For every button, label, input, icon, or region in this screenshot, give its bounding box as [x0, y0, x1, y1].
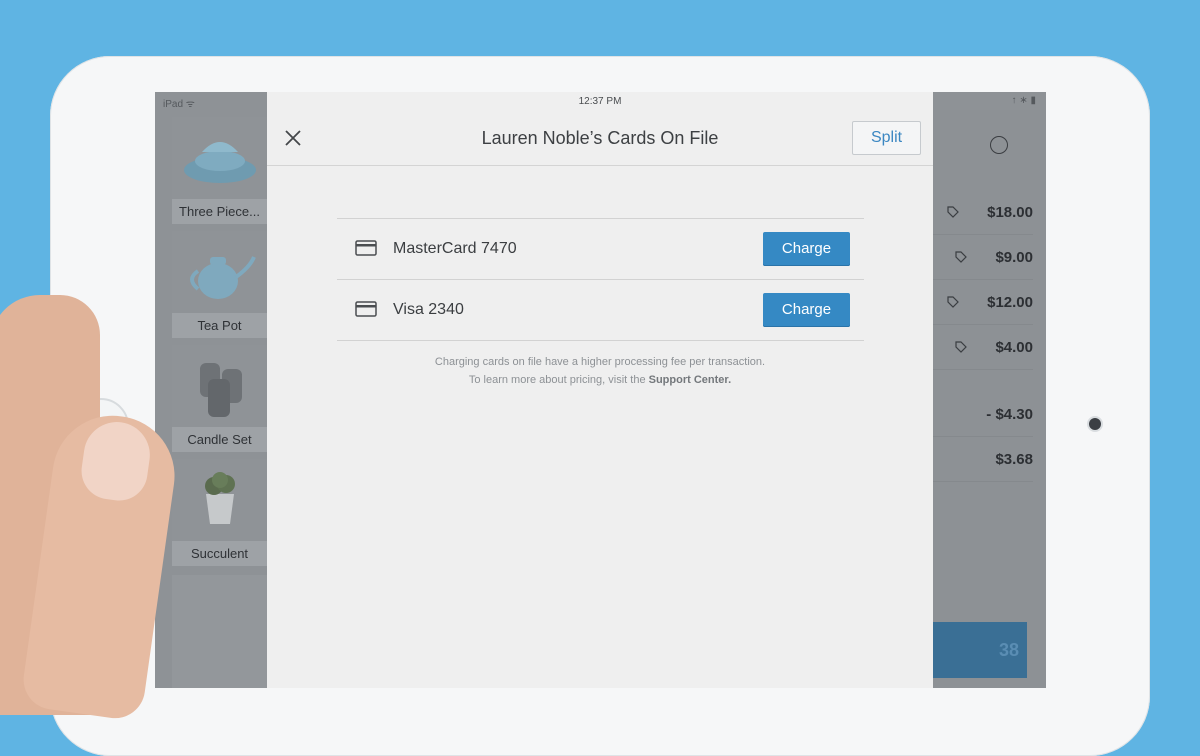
cart-panel: $18.00 $9.00 $12.00 $4.00 - $4.30 $3.68: [933, 110, 1046, 688]
teapot-icon: [172, 231, 267, 313]
cart-amount: $18.00: [987, 204, 1033, 221]
ipad-screen: iPad ᯤ ↑ ∗ ▮ Three Piece... Tea Pot Cand…: [155, 92, 1046, 688]
credit-card-icon: [355, 240, 377, 256]
item-tile[interactable]: Succulent: [172, 459, 267, 566]
cart-charge-button[interactable]: 38: [933, 622, 1027, 678]
item-tile[interactable]: Tea Pot: [172, 231, 267, 338]
modal-header: Lauren Noble’s Cards On File Split: [267, 110, 933, 166]
cart-amount: $9.00: [995, 249, 1033, 266]
candles-icon: [172, 345, 267, 427]
cards-on-file-modal: 12:37 PM Lauren Noble’s Cards On File Sp…: [267, 92, 933, 688]
tag-icon: [955, 251, 967, 263]
tag-icon: [955, 341, 967, 353]
camera-icon: [1089, 418, 1101, 430]
cart-row: $9.00: [933, 235, 1033, 280]
cart-row: $18.00: [933, 190, 1033, 235]
item-label: Three Piece...: [172, 199, 267, 224]
charge-button[interactable]: Charge: [763, 293, 850, 327]
status-time: 12:37 PM: [578, 96, 622, 107]
cart-amount: $4.00: [995, 339, 1033, 356]
item-tile[interactable]: Three Piece...: [172, 117, 267, 224]
modal-title: Lauren Noble’s Cards On File: [481, 128, 719, 148]
item-tile[interactable]: Candle Set: [172, 345, 267, 452]
tax-row: $3.68: [933, 437, 1033, 482]
cart-row: $12.00: [933, 280, 1033, 325]
card-row: Visa 2340 Charge: [337, 280, 864, 341]
empty-tile: [172, 575, 267, 688]
status-indicators: ↑ ∗ ▮: [1011, 95, 1036, 106]
cart-row: $4.00: [933, 325, 1033, 370]
plant-icon: [172, 459, 267, 541]
card-name: MasterCard 7470: [393, 240, 517, 257]
support-center-link[interactable]: Support Center.: [649, 374, 732, 386]
charge-button[interactable]: Charge: [763, 232, 850, 266]
tax-amount: $3.68: [995, 451, 1033, 468]
cart-amount: $12.00: [987, 294, 1033, 311]
chevron-down-icon[interactable]: [990, 136, 1008, 154]
discount-row: - $4.30: [933, 392, 1033, 437]
info-line-1: Charging cards on file have a higher pro…: [434, 356, 766, 368]
tag-icon: [947, 296, 959, 308]
discount-amount: - $4.30: [986, 406, 1033, 423]
split-button[interactable]: Split: [852, 121, 921, 155]
card-name: Visa 2340: [393, 301, 464, 318]
item-label: Tea Pot: [172, 313, 267, 338]
info-line-2: To learn more about pricing, visit the S…: [267, 371, 933, 389]
card-row: MasterCard 7470 Charge: [337, 219, 864, 280]
item-label: Candle Set: [172, 427, 267, 452]
item-label: Succulent: [172, 541, 267, 566]
carrier-wifi-label: iPad ᯤ: [163, 99, 195, 110]
pricing-info: Charging cards on file have a higher pro…: [267, 353, 933, 389]
tag-icon: [947, 206, 959, 218]
dish-set-icon: [172, 117, 267, 199]
info-line-2-text: To learn more about pricing, visit the: [468, 374, 649, 386]
credit-card-icon: [355, 301, 377, 317]
card-list: MasterCard 7470 Charge Visa 2340 Charge: [337, 218, 864, 341]
